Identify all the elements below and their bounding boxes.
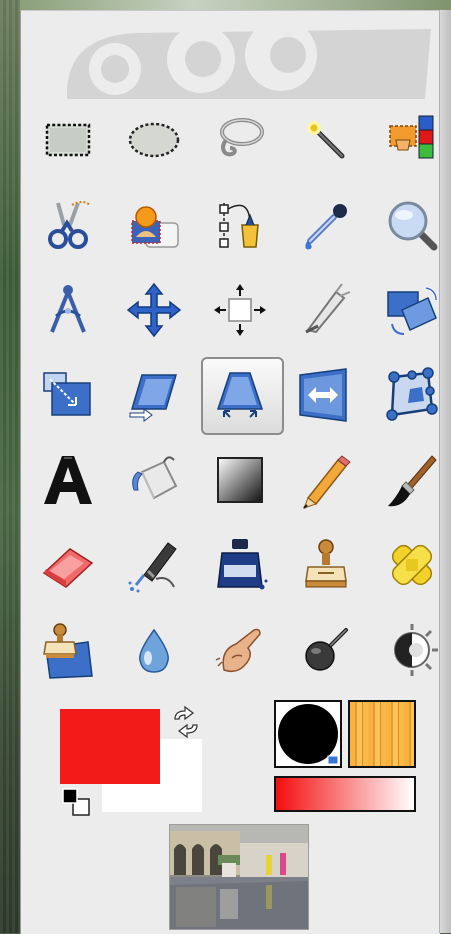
tool-grid [25, 97, 451, 692]
clone-stamp-icon [305, 538, 347, 587]
move-icon [126, 282, 182, 337]
tool-smudge[interactable] [197, 607, 283, 692]
tool-blend-gradient[interactable] [197, 437, 283, 522]
flip-icon [299, 367, 347, 422]
bucket-fill-icon [132, 455, 178, 499]
text-tool-icon [44, 455, 92, 504]
paths-tool-icon [219, 202, 259, 248]
airbrush-icon [128, 541, 177, 592]
tool-color-picker[interactable] [283, 182, 369, 267]
select-by-color-icon [389, 115, 434, 158]
tool-flip[interactable] [283, 352, 369, 437]
tool-eraser[interactable] [25, 522, 111, 607]
desktop-background-strip [0, 0, 20, 933]
brush-preview[interactable] [274, 700, 342, 768]
foreground-select-icon [131, 205, 179, 248]
ellipse-select-icon [128, 122, 180, 157]
heal-icon [391, 544, 433, 585]
dodge-burn-icon [305, 627, 348, 671]
color-tool-icon [394, 623, 438, 676]
tool-free-select[interactable] [197, 97, 283, 182]
tool-ellipse-select[interactable] [111, 97, 197, 182]
tool-measure[interactable] [25, 267, 111, 352]
window-right-edge [439, 10, 451, 933]
blur-sharpen-icon [139, 628, 169, 673]
tool-rect-select[interactable] [25, 97, 111, 182]
swap-colors-icon[interactable] [169, 705, 203, 739]
tool-scissors-select[interactable] [25, 182, 111, 267]
gradient-preview[interactable] [274, 776, 416, 812]
tool-scale[interactable] [25, 352, 111, 437]
perspective-clone-icon [43, 622, 93, 679]
tool-perspective-clone[interactable] [25, 607, 111, 692]
measure-icon [50, 284, 86, 333]
scissors-select-icon [48, 200, 91, 249]
pencil-icon [303, 454, 351, 509]
ink-icon [217, 538, 268, 589]
foreground-color-swatch[interactable] [60, 709, 160, 784]
wilber-drop-area-icon[interactable] [41, 15, 431, 99]
tool-pencil[interactable] [283, 437, 369, 522]
rotate-icon [387, 286, 438, 335]
tool-ink[interactable] [197, 522, 283, 607]
alignment-icon [214, 283, 266, 336]
perspective-icon [216, 371, 264, 418]
paintbrush-icon [388, 454, 437, 506]
free-select-lasso-icon [220, 117, 264, 156]
tool-move[interactable] [111, 267, 197, 352]
tool-clone-stamp[interactable] [283, 522, 369, 607]
tool-bucket-fill[interactable] [111, 437, 197, 522]
tool-perspective[interactable] [197, 352, 284, 437]
tool-shear[interactable] [111, 352, 197, 437]
cage-transform-icon [386, 366, 438, 421]
eraser-icon [42, 547, 94, 588]
crop-icon [305, 282, 351, 333]
tool-dodge-burn[interactable] [283, 607, 369, 692]
tool-paths[interactable] [197, 182, 283, 267]
default-colors-icon[interactable] [59, 787, 93, 819]
tool-text[interactable] [25, 437, 111, 522]
fuzzy-select-wand-icon [307, 120, 345, 158]
tool-fuzzy-select[interactable] [283, 97, 369, 182]
brush-shape-icon [278, 704, 339, 765]
smudge-icon [215, 628, 261, 672]
blend-gradient-icon [217, 456, 263, 503]
color-area [57, 699, 207, 824]
color-picker-icon [305, 203, 347, 249]
shear-icon [129, 373, 178, 422]
tool-blur-sharpen[interactable] [111, 607, 197, 692]
pattern-preview[interactable] [348, 700, 416, 768]
gimp-toolbox [20, 10, 440, 934]
tool-alignment[interactable] [197, 267, 283, 352]
tool-crop[interactable] [283, 267, 369, 352]
active-image-thumbnail[interactable] [169, 824, 309, 930]
tool-foreground-select[interactable] [111, 182, 197, 267]
rect-select-icon [45, 123, 91, 156]
tool-airbrush[interactable] [111, 522, 197, 607]
scale-icon [43, 371, 91, 416]
zoom-icon [388, 201, 438, 250]
image-thumbnail-picture [170, 825, 308, 929]
